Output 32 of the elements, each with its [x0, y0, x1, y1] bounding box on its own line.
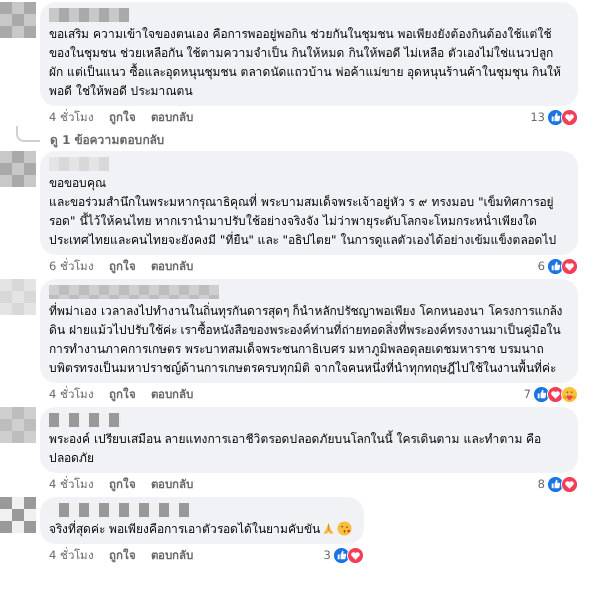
blurred-name — [49, 413, 121, 427]
reaction-count: 8 — [538, 477, 545, 492]
reply-link[interactable]: ตอบกลับ — [150, 259, 193, 274]
comment-text: จริงที่สุดค่ะ พอเพียงคือการเอาตัวรอดได้ในยามคับขัน — [49, 520, 352, 539]
reaction-count: 6 — [538, 259, 545, 274]
reply-link[interactable]: ตอบกลับ — [150, 387, 193, 402]
reply-link[interactable]: ตอบกลับ — [150, 110, 193, 125]
reply-link[interactable]: ตอบกลับ — [150, 548, 193, 563]
hugging-face-icon — [561, 386, 578, 403]
comment-text: ขอขอบคุณ และขอร่วมสำนึกในพระมหากรุณาธิคุณที่ พระบามสมเด็จพระเจ้าอยู่หัว ร ๙ ทรงมอบ "เข็มทิศการอยู่รอด" นี้ไว้ให้คนไทย หากเรานำมาปรับใช้อย่างจริงจัง ไม่ว่าพายุระดับโลกจะโหมกระหน่ำเพียงใด ประเทศไทยและคนไทยจะยังคงมี "ที่ยืน" และ "อธิปไตย" ในการดูแลตัวเองได้อย่างเข้มแข็งตลอดไป — [49, 175, 558, 250]
timestamp: 4 ชั่วโมง — [49, 387, 94, 402]
timestamp: 4 ชั่วโมง — [49, 477, 94, 492]
timestamp: 4 ชั่วโมง — [49, 110, 94, 125]
like-link[interactable]: ถูกใจ — [108, 477, 136, 492]
reaction-count: 3 — [324, 548, 331, 563]
comment-text: ที่พม่าเอง เวลาลงไปทำงานในถิ่นทุรกันดารสุดๆ ก็นำหลักปรัชญาพอเพียง โคกหนองนา โครงการแกล้งดิน ฝายแม้วไปปรับใช้ค่ะ เราซื้อหนังสือของพระองค์ท่านที่ถ่ายทอดสิ่งที่พระองค์ทรงงานมาเป็นคู่มือในการทำงานภาคการเกษตร พระบาทสมเด็จพระชนกาธิเบศร มหาภูมิพลอดุลยเดชมหาราช บรมนาถบพิตรทรงเป็นมหาปราชญ์ด้านการเกษตรครบทุกมิติ จากใจคนหนึ่งที่นำทุกทฤษฎีไปใช้ในงานพื้นที่ค่ะ — [49, 302, 564, 378]
thread-line — [16, 126, 40, 142]
comment-text: พระองค์ เปรียบเสมือน ลายแทงการเอาชีวิตรอดปลอดภัยบนโลกในนี้ ใครเดินตาม และทำตาม คือปลอดภัย — [49, 430, 542, 467]
like-link[interactable]: ถูกใจ — [108, 387, 136, 402]
blurred-name — [49, 157, 109, 171]
reply-link[interactable]: ตอบกลับ — [150, 477, 193, 492]
view-replies-link[interactable]: ดู 1 ข้อความตอบกลับ — [40, 132, 165, 148]
like-link[interactable]: ถูกใจ — [108, 548, 136, 563]
kissing-face-icon — [336, 521, 352, 536]
like-link[interactable]: ถูกใจ — [108, 259, 136, 274]
like-link[interactable]: ถูกใจ — [108, 110, 136, 125]
praying-hands-icon — [320, 521, 336, 536]
timestamp: 4 ชั่วโมง — [49, 548, 94, 563]
timestamp: 6 ชั่วโมง — [49, 259, 94, 274]
comment-text: ขอเสริม ความเข้าใจของตนเอง คือการพออยู่พอกิน ช่วยกันในชุมชน พอเพียงยังต้องกินต้องใช้แต่ใช้ของในชุมชน ช่วยเหลือกัน ใช้ตามความจำเป็น กินให้หมด กินให้พอดี ไม่เหลือ ตัวเองไม่ใช่แนวปลูกผัก แต่เป็นแนว ซื้อและอุดหนุนชุมชน ตลาดนัดแถวบ้าน พ่อค้าแม่ขาย อุดหนุนร้านค้าในชุมชุน กินให้พอดี ใช่ให้พอดี ประมาณตน — [49, 26, 562, 100]
reaction-count: 13 — [530, 110, 545, 125]
reaction-count: 7 — [524, 387, 531, 402]
